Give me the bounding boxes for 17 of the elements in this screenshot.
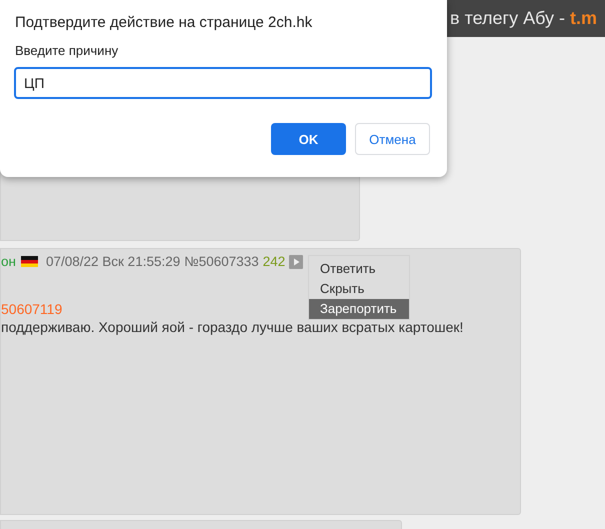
post-count: 242	[262, 254, 286, 269]
menu-toggle-icon[interactable]	[289, 254, 304, 268]
cancel-button[interactable]: Отмена	[355, 123, 430, 155]
poster-name: он	[1, 254, 16, 269]
prompt-label: Введите причину	[15, 43, 120, 58]
menu-item[interactable]: Ответить	[309, 259, 409, 279]
ok-button[interactable]: OK	[271, 123, 346, 155]
input-field[interactable]: ЦП	[14, 67, 432, 99]
flag-icon	[20, 256, 38, 267]
telegram-link[interactable]: t.m	[570, 8, 598, 29]
menu-item[interactable]: Скрыть	[309, 279, 409, 299]
dialog-title: Подтвердите действие на странице 2ch.hk	[15, 14, 314, 31]
menu-item[interactable]: Зарепортить	[309, 299, 409, 319]
post-text: поддерживаю. Хороший яой - гораздо лучше ваших всратых картошек!	[1, 319, 464, 335]
post-number[interactable]: №50607333	[184, 254, 259, 269]
announcement-text: в телегу Абу -	[450, 8, 566, 29]
post-date: 07/08/22 Вск 21:55:29	[46, 254, 180, 269]
